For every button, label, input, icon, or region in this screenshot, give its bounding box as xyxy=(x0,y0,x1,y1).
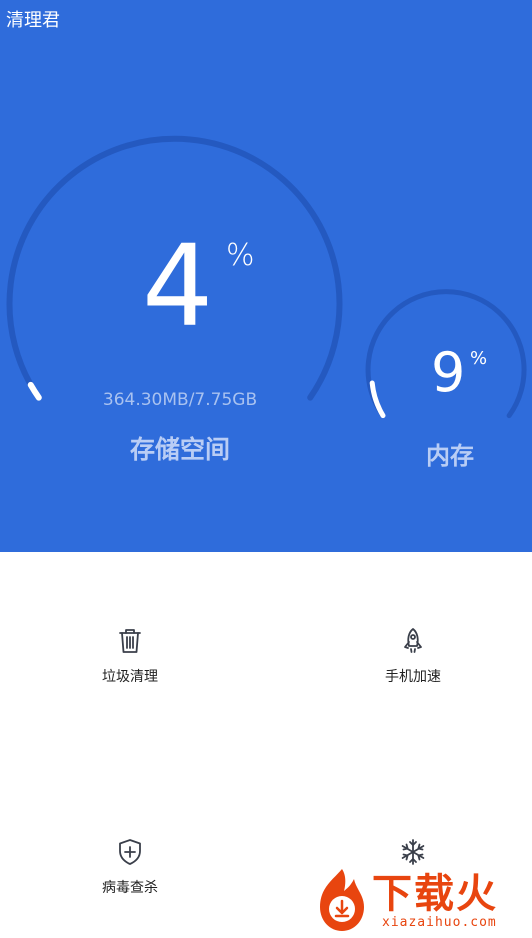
memory-percent: 9 % xyxy=(431,340,501,410)
watermark-text: 下载火 xyxy=(372,871,498,917)
watermark: 下载火 xiazaihuo.com xyxy=(312,865,528,935)
memory-label[interactable]: 内存 xyxy=(400,440,500,472)
hero-panel: 清理君 4 % 364.30MB/7.75GB 存储空间 9 % 内存 xyxy=(0,0,532,552)
junk-clean-button[interactable]: 垃圾清理 xyxy=(60,627,200,686)
trash-icon xyxy=(119,629,141,653)
storage-ring-progress xyxy=(27,381,42,401)
storage-label[interactable]: 存储空间 xyxy=(80,433,280,467)
watermark-domain: xiazaihuo.com xyxy=(382,915,497,930)
shield-plus-icon xyxy=(119,839,141,865)
snowflake-icon xyxy=(401,839,425,865)
storage-percent-value: 4 xyxy=(142,222,214,352)
storage-percent-sign: % xyxy=(226,238,255,273)
storage-percent: 4 % xyxy=(142,222,262,352)
virus-scan-label: 病毒查杀 xyxy=(102,880,158,896)
junk-clean-label: 垃圾清理 xyxy=(102,669,158,685)
memory-percent-value: 9 xyxy=(431,341,466,404)
storage-usage-text: 364.30MB/7.75GB xyxy=(102,390,258,410)
memory-ring-progress xyxy=(369,380,386,419)
phone-boost-label: 手机加速 xyxy=(385,669,441,685)
rocket-icon xyxy=(404,628,422,653)
memory-percent-sign: % xyxy=(470,348,488,369)
phone-boost-button[interactable]: 手机加速 xyxy=(343,627,483,686)
fire-download-logo-icon xyxy=(320,869,364,931)
virus-scan-button[interactable]: 病毒查杀 xyxy=(60,838,200,897)
phone-cool-button[interactable] xyxy=(343,838,483,866)
